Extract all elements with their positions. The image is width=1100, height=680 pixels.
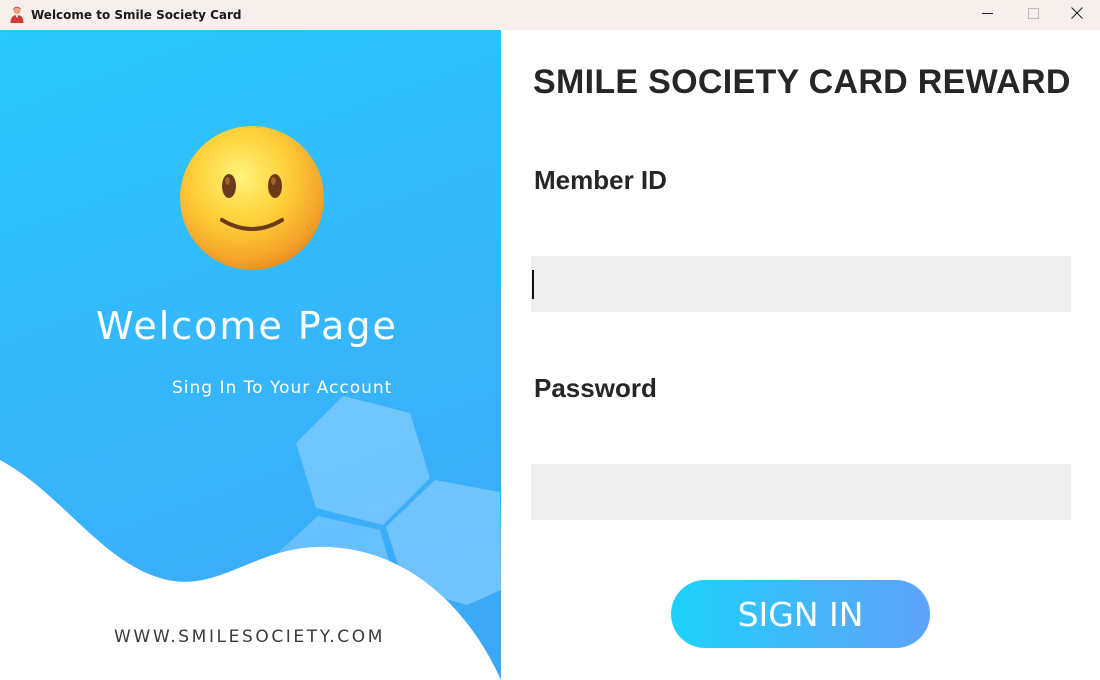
maximize-button[interactable] [1010,0,1056,30]
maximize-icon [1027,6,1039,24]
welcome-title: Welcome Page [96,304,398,348]
minimize-button[interactable] [964,0,1010,30]
sign-in-button[interactable]: SIGN IN [671,580,930,648]
title-bar: Welcome to Smile Society Card [0,0,1100,30]
window-title: Welcome to Smile Society Card [31,8,242,22]
page-title: SMILE SOCIETY CARD REWARD [533,63,1071,101]
smiling-face-icon [178,124,326,272]
text-cursor [532,270,534,299]
website-link: WWW.SMILESOCIETY.COM [114,627,386,647]
minimize-icon [981,6,993,24]
welcome-subtitle: Sing In To Your Account [172,378,393,398]
member-id-input[interactable] [531,256,1071,312]
welcome-panel: Welcome Page Sing In To Your Account WWW… [0,30,501,680]
user-icon [9,6,25,23]
close-button[interactable] [1054,0,1100,30]
password-input[interactable] [531,464,1071,520]
member-id-label: Member ID [534,165,667,195]
close-icon [1071,6,1083,24]
password-label: Password [534,373,657,403]
